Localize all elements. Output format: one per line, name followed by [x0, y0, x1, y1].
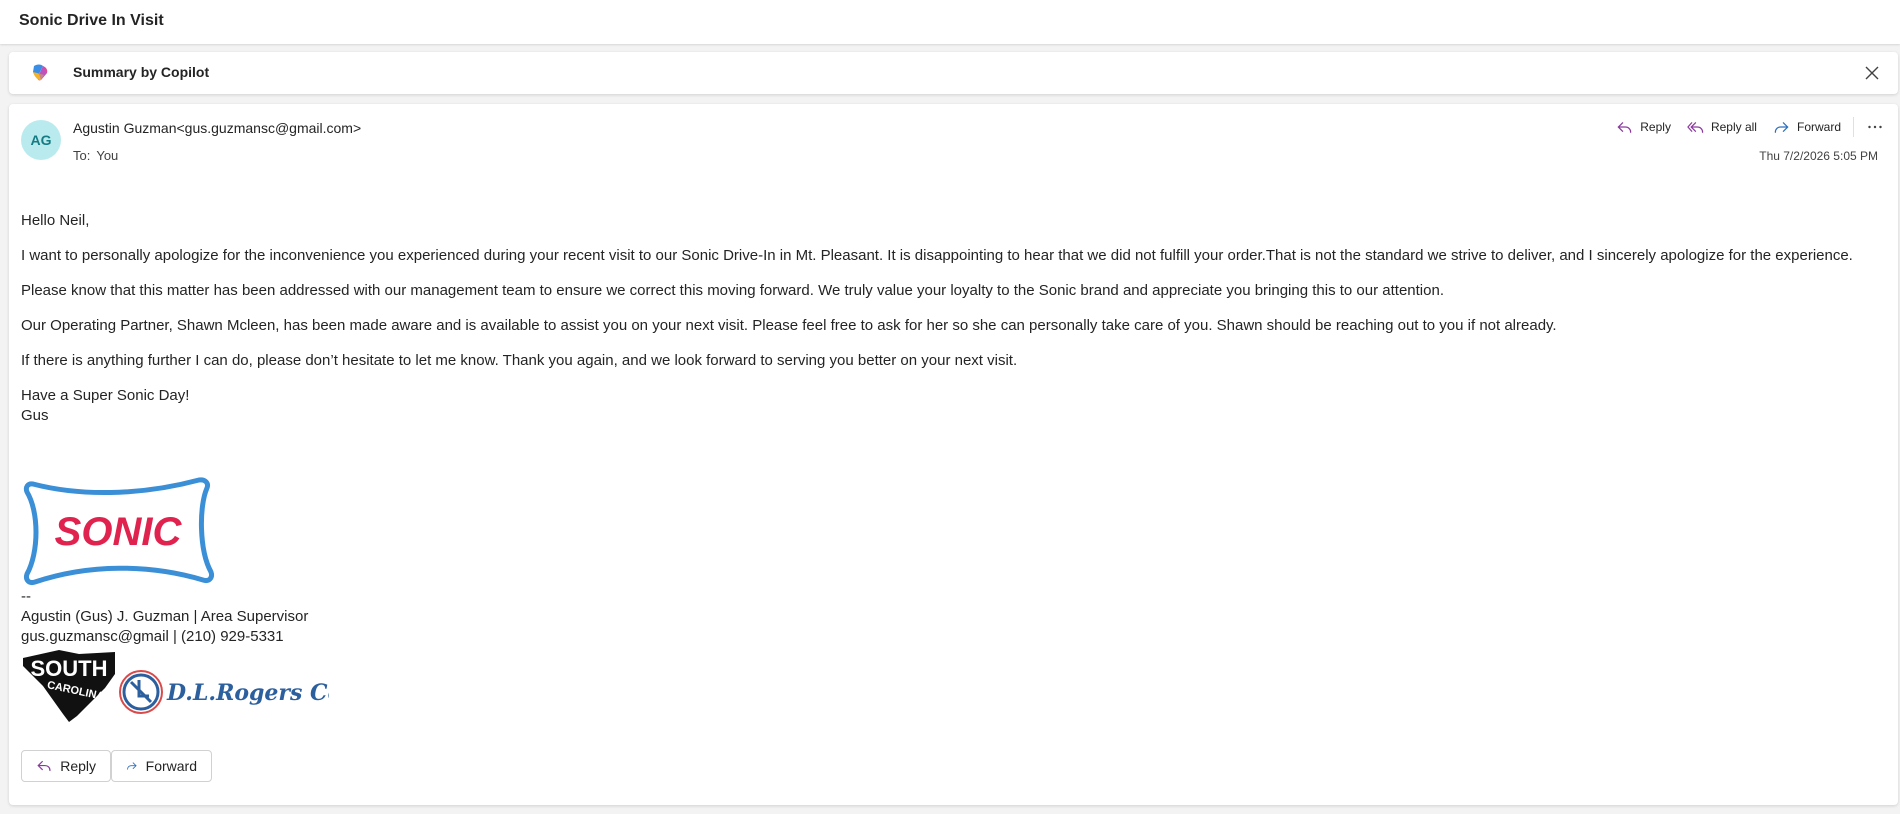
reply-all-button-label: Reply all: [1710, 120, 1757, 134]
copilot-icon: [33, 64, 48, 81]
message-card: AG Agustin Guzman<gus.guzmansc@gmail.com…: [9, 104, 1898, 805]
email-subject: Sonic Drive In Visit: [19, 12, 164, 29]
more-icon: [1868, 125, 1882, 129]
reply-button-label: Reply: [1640, 120, 1671, 134]
signature-dashes: --: [21, 588, 31, 605]
bottom-reply-button[interactable]: Reply: [21, 750, 111, 782]
svg-text:D.L.Rogers Corp: D.L.Rogers Corp: [166, 680, 329, 706]
svg-text:SONIC: SONIC: [55, 510, 183, 554]
body-greeting: Hello Neil,: [21, 212, 90, 229]
bottom-forward-button[interactable]: Forward: [111, 750, 212, 782]
to-label: To:: [73, 148, 91, 163]
copilot-summary-label: Summary by Copilot: [73, 64, 210, 80]
dl-rogers-corp-logo: D.L.Rogers Corp: [119, 670, 329, 714]
body-signoff: Gus: [21, 407, 49, 424]
svg-text:SOUTH: SOUTH: [31, 656, 108, 681]
sender-name[interactable]: Agustin Guzman<gus.guzmansc@gmail.com>: [73, 120, 361, 136]
reply-icon: [1618, 121, 1632, 133]
body-paragraph: If there is anything further I can do, p…: [21, 352, 1018, 369]
subject-bar: Sonic Drive In Visit: [0, 0, 1900, 44]
message-timestamp: Thu 7/2/2026 5:05 PM: [1759, 149, 1878, 163]
body-paragraph: Our Operating Partner, Shawn Mcleen, has…: [21, 317, 1557, 334]
body-paragraph: Please know that this matter has been ad…: [21, 282, 1444, 299]
south-carolina-logo: SOUTH CAROLINA: [23, 650, 115, 722]
bottom-reply-label: Reply: [60, 758, 96, 774]
bottom-forward-label: Forward: [145, 758, 197, 774]
copilot-summary-bar[interactable]: Summary by Copilot: [9, 52, 1898, 94]
more-actions-button[interactable]: [1862, 114, 1888, 140]
recipient-line: To: You: [73, 148, 118, 163]
action-divider: [1853, 117, 1854, 137]
avatar[interactable]: AG: [21, 120, 61, 160]
signature-contact: gus.guzmansc@gmail | (210) 929-5331: [21, 628, 284, 645]
signature-name-title: Agustin (Gus) J. Guzman | Area Superviso…: [21, 608, 309, 625]
forward-icon: [127, 762, 137, 770]
forward-button-label: Forward: [1796, 120, 1841, 134]
body-closing: Have a Super Sonic Day!: [21, 387, 190, 404]
forward-button[interactable]: Forward: [1765, 114, 1849, 140]
reply-icon: [37, 760, 51, 772]
recipient-name[interactable]: You: [96, 148, 118, 163]
reply-button[interactable]: Reply: [1608, 114, 1679, 140]
reply-all-icon: [1687, 121, 1704, 133]
message-actions: Reply Reply all Forward: [1608, 114, 1888, 140]
reply-all-button[interactable]: Reply all: [1679, 114, 1765, 140]
body-paragraph: I want to personally apologize for the i…: [21, 247, 1853, 264]
sonic-logo: SONIC: [23, 477, 214, 585]
close-icon[interactable]: [1864, 65, 1880, 81]
forward-icon: [1774, 121, 1789, 133]
